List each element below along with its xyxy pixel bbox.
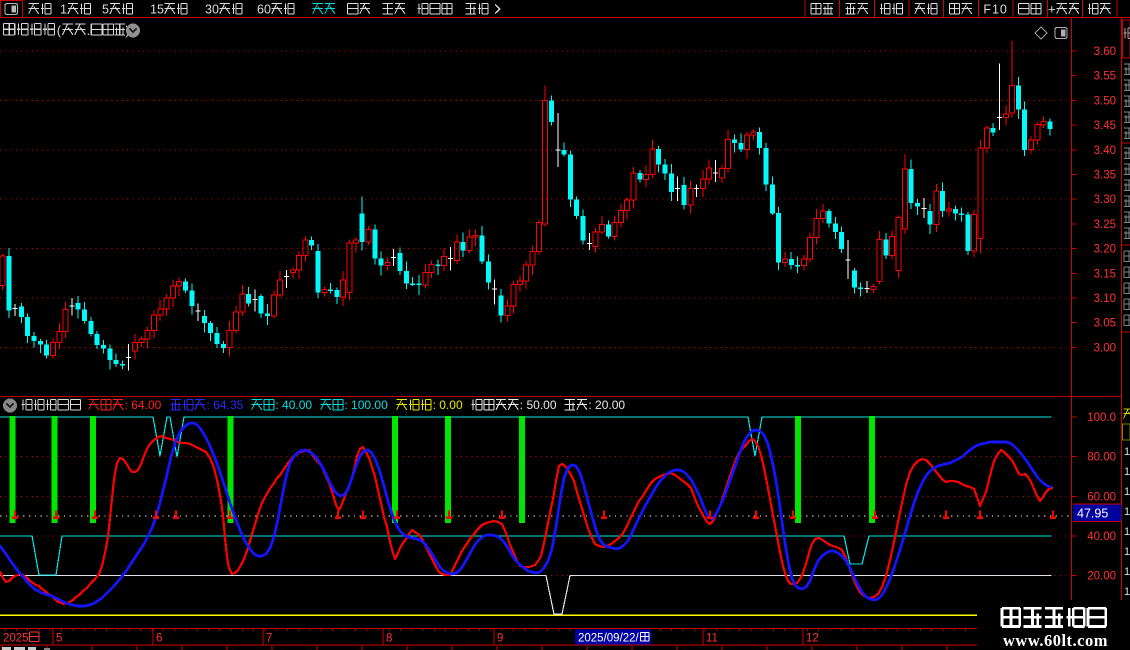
svg-text:3.30: 3.30 xyxy=(1094,194,1116,206)
svg-text:1: 1 xyxy=(1124,546,1130,558)
svg-text:30: 30 xyxy=(205,3,219,17)
svg-text:80.00: 80.00 xyxy=(1087,452,1116,464)
svg-text:60.00: 60.00 xyxy=(1087,491,1116,503)
svg-text:20.00: 20.00 xyxy=(1087,571,1116,583)
svg-text:1: 1 xyxy=(1124,506,1130,518)
svg-text:+: + xyxy=(1048,2,1056,17)
svg-text:3.25: 3.25 xyxy=(1094,219,1116,231)
svg-text:: 100.00: : 100.00 xyxy=(344,398,388,412)
svg-text:3.20: 3.20 xyxy=(1094,244,1116,256)
svg-text:12: 12 xyxy=(806,633,819,645)
svg-text:3.45: 3.45 xyxy=(1094,120,1116,132)
svg-text:2025: 2025 xyxy=(3,633,29,645)
svg-text:100.0: 100.0 xyxy=(1087,412,1116,424)
svg-text:9: 9 xyxy=(497,633,503,645)
svg-text:www.60lt.com: www.60lt.com xyxy=(1003,631,1108,650)
svg-text:1: 1 xyxy=(1124,586,1130,598)
svg-text:F10: F10 xyxy=(983,3,1008,17)
svg-text:(: ( xyxy=(57,23,62,38)
svg-text:60: 60 xyxy=(257,3,271,17)
svg-text:15: 15 xyxy=(150,3,164,17)
svg-text:: 20.00: : 20.00 xyxy=(588,398,625,412)
svg-text:5: 5 xyxy=(56,633,62,645)
svg-text:5: 5 xyxy=(102,3,109,17)
svg-text:3.55: 3.55 xyxy=(1094,71,1116,83)
svg-text:47.95: 47.95 xyxy=(1077,507,1108,521)
svg-text:.: . xyxy=(87,23,91,38)
svg-text:11: 11 xyxy=(706,633,718,645)
svg-text:3.15: 3.15 xyxy=(1094,268,1116,280)
svg-text:: 64.35: : 64.35 xyxy=(207,398,244,412)
svg-text:2025/09/22/: 2025/09/22/ xyxy=(578,633,640,645)
svg-text:: 40.00: : 40.00 xyxy=(275,398,312,412)
svg-text:3.60: 3.60 xyxy=(1094,46,1116,58)
svg-text:1: 1 xyxy=(1124,566,1130,578)
svg-text:3.35: 3.35 xyxy=(1094,170,1116,182)
svg-text:3.50: 3.50 xyxy=(1094,95,1116,107)
svg-text:8: 8 xyxy=(386,633,392,645)
svg-text:7: 7 xyxy=(266,633,272,645)
svg-text:3.10: 3.10 xyxy=(1094,293,1116,305)
svg-text:: 64.00: : 64.00 xyxy=(125,398,162,412)
svg-text:40.00: 40.00 xyxy=(1087,531,1116,543)
svg-text:1: 1 xyxy=(1124,486,1130,498)
svg-text:3.00: 3.00 xyxy=(1094,342,1116,354)
svg-text:1: 1 xyxy=(1124,446,1130,458)
svg-text:3.40: 3.40 xyxy=(1094,145,1116,157)
svg-text:: 50.00: : 50.00 xyxy=(520,398,557,412)
svg-text:1: 1 xyxy=(1124,526,1130,538)
svg-text:1: 1 xyxy=(60,3,67,17)
svg-text:3.05: 3.05 xyxy=(1094,318,1116,330)
svg-text:6: 6 xyxy=(156,633,162,645)
svg-text:: 0.00: : 0.00 xyxy=(433,398,463,412)
svg-text:1: 1 xyxy=(1124,466,1130,478)
